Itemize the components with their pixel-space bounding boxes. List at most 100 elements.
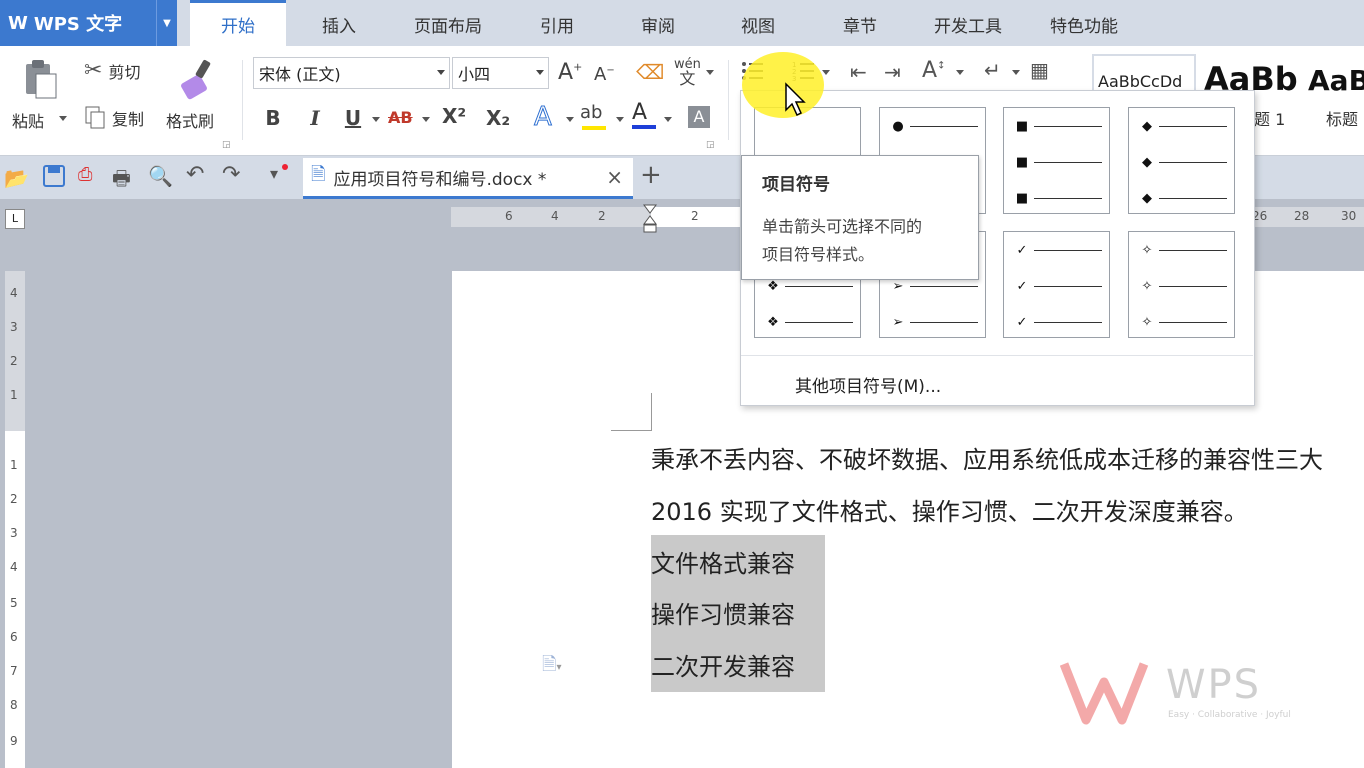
font-color-icon[interactable]: A xyxy=(632,100,658,130)
export-pdf-icon[interactable]: ⎙ xyxy=(78,164,92,185)
tab-review[interactable]: 审阅 xyxy=(618,0,698,46)
bullet-preview-row: ❖ xyxy=(765,312,853,332)
tab-insert[interactable]: 插入 xyxy=(298,0,380,46)
bullet-mark: ✧ xyxy=(1141,242,1153,258)
strikethrough-button[interactable]: AB xyxy=(388,108,413,127)
bullet-style-diamond[interactable]: ◆ ◆ ◆ xyxy=(1128,107,1235,214)
font-size-select[interactable]: 小四 xyxy=(452,57,549,89)
redo-icon[interactable]: ↷ xyxy=(222,162,240,187)
tab-special[interactable]: 特色功能 xyxy=(1034,0,1134,46)
bullet-line xyxy=(910,125,978,127)
ruler-number: 4 xyxy=(551,209,559,223)
tab-page-layout[interactable]: 页面布局 xyxy=(395,0,501,46)
cut-button[interactable]: ✂ 剪切 xyxy=(84,58,140,83)
document-tab[interactable]: 🗎 应用项目符号和编号.docx * × xyxy=(303,158,633,199)
paste-dropdown-icon[interactable] xyxy=(59,116,67,121)
undo-icon[interactable]: ↶ xyxy=(186,162,204,187)
paragraph-layout-icon[interactable]: 🗎▾ xyxy=(542,652,562,682)
ruler-number: 4 xyxy=(10,560,18,574)
list-item[interactable]: 二次开发兼容 xyxy=(651,647,795,682)
bullet-mark: ■ xyxy=(1015,154,1029,170)
paste-button[interactable] xyxy=(10,58,70,100)
bullet-line xyxy=(785,321,853,323)
app-menu-button[interactable]: W WPS 文字 ▼ xyxy=(0,0,177,46)
bullet-preview-row: ✧ xyxy=(1139,312,1227,332)
tab-references[interactable]: 引用 xyxy=(518,0,596,46)
bullet-style-square[interactable]: ■ ■ ■ xyxy=(1003,107,1110,214)
more-bullets-menu-item[interactable]: 其他项目符号(M)... xyxy=(795,372,941,397)
superscript-button[interactable]: X² xyxy=(442,104,466,128)
char-spacing-icon[interactable]: A↕ xyxy=(922,58,945,83)
underline-button[interactable]: U xyxy=(340,106,366,130)
text-effect-icon[interactable]: A xyxy=(534,102,553,133)
chevron-down-icon xyxy=(536,70,544,75)
decrease-indent-icon[interactable]: ⇤ xyxy=(850,60,867,84)
list-item[interactable]: 文件格式兼容 xyxy=(651,544,795,579)
bold-button[interactable]: B xyxy=(260,106,286,130)
format-brush-icon xyxy=(181,59,211,100)
document-tab-title: 应用项目符号和编号.docx * xyxy=(333,169,547,190)
line-break-dropdown-icon[interactable] xyxy=(1012,70,1020,75)
bullet-line xyxy=(910,285,978,287)
ruler-number: 28 xyxy=(1294,209,1310,223)
table-grid-icon[interactable]: ▦ xyxy=(1030,58,1049,82)
list-item[interactable]: 操作习惯兼容 xyxy=(651,595,795,630)
ruler-number: 2 xyxy=(10,492,18,506)
bullet-style-check[interactable]: ✓ ✓ ✓ xyxy=(1003,231,1110,338)
margin-corner-mark xyxy=(611,430,652,431)
text-effect-dropdown-icon[interactable] xyxy=(566,117,574,122)
char-shading-icon[interactable]: A xyxy=(688,106,710,128)
font-color-dropdown-icon[interactable] xyxy=(664,117,672,122)
increase-indent-icon[interactable]: ⇥ xyxy=(884,60,901,84)
ruler-number: 7 xyxy=(10,664,18,678)
copy-button[interactable]: 复制 xyxy=(84,105,144,131)
pinyin-dropdown-icon[interactable] xyxy=(706,70,714,75)
paste-label[interactable]: 粘贴 xyxy=(12,108,44,132)
format-painter-button[interactable] xyxy=(166,56,228,100)
tooltip-line: 项目符号样式。 xyxy=(762,245,875,264)
bullet-line xyxy=(785,126,853,127)
chevron-down-icon xyxy=(437,70,445,75)
paragraph-line[interactable]: 2016 实现了文件格式、操作习惯、二次开发深度兼容。 xyxy=(651,492,1248,527)
save-icon[interactable] xyxy=(42,164,66,188)
highlight-dropdown-icon[interactable] xyxy=(616,117,624,122)
format-painter-label[interactable]: 格式刷 xyxy=(166,108,214,132)
underline-dropdown-icon[interactable] xyxy=(372,117,380,122)
print-icon[interactable]: 🖶 xyxy=(112,164,131,198)
style-heading-2[interactable]: AaB 标题 xyxy=(1304,54,1364,134)
numbering-dropdown-icon[interactable] xyxy=(822,70,830,75)
bullet-mark: ✓ xyxy=(1016,242,1028,258)
tab-stop-selector[interactable]: L xyxy=(5,209,25,229)
customize-toolbar-icon[interactable]: ▾ xyxy=(270,164,278,183)
bullet-preview-row: ◆ xyxy=(1139,116,1227,136)
divider xyxy=(242,60,243,140)
shrink-font-icon[interactable]: A− xyxy=(594,64,615,85)
open-folder-icon[interactable]: 📂 xyxy=(4,166,29,190)
grow-font-icon[interactable]: A+ xyxy=(558,60,582,85)
clipboard-icon xyxy=(26,60,57,99)
tab-developer[interactable]: 开发工具 xyxy=(918,0,1018,46)
tab-home[interactable]: 开始 xyxy=(190,0,286,46)
italic-button[interactable]: I xyxy=(302,106,328,130)
font-dialog-launcher-icon[interactable]: ◲ xyxy=(706,140,715,150)
char-spacing-dropdown-icon[interactable] xyxy=(956,70,964,75)
close-tab-icon[interactable]: × xyxy=(606,165,623,189)
print-preview-icon[interactable]: 🔍 xyxy=(148,164,173,188)
clipboard-dialog-launcher-icon[interactable]: ◲ xyxy=(222,140,231,150)
new-tab-icon[interactable]: + xyxy=(640,160,662,190)
indent-marker[interactable] xyxy=(643,204,657,234)
strikethrough-dropdown-icon[interactable] xyxy=(422,117,430,122)
clear-format-icon[interactable]: ⌫ xyxy=(636,60,664,84)
subscript-button[interactable]: X₂ xyxy=(486,106,510,130)
tab-section[interactable]: 章节 xyxy=(820,0,900,46)
font-name-select[interactable]: 宋体 (正文) xyxy=(253,57,450,89)
tab-view[interactable]: 视图 xyxy=(718,0,798,46)
bullet-style-star[interactable]: ✧ ✧ ✧ xyxy=(1128,231,1235,338)
line-break-icon[interactable]: ↵ xyxy=(984,58,1001,82)
pinyin-guide-icon[interactable]: wén 文 xyxy=(674,58,701,88)
ruler-number: 30 xyxy=(1341,209,1357,223)
notification-dot xyxy=(282,164,288,170)
chevron-down-icon[interactable]: ▼ xyxy=(156,0,177,46)
highlight-color-icon[interactable]: ab xyxy=(580,102,608,130)
paragraph-line[interactable]: 秉承不丢内容、不破坏数据、应用系统低成本迁移的兼容性三大 xyxy=(651,440,1323,475)
